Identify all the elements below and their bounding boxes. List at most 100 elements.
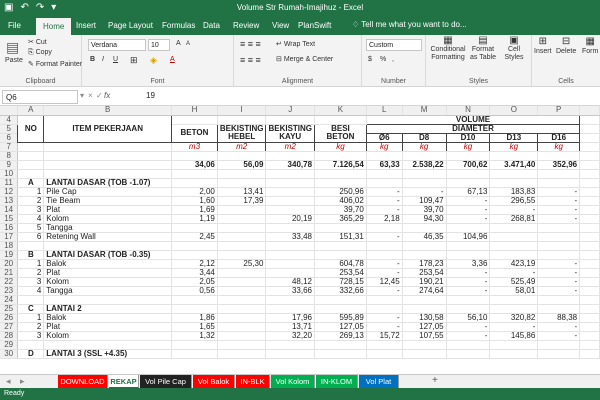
item-number[interactable]: 4: [17, 214, 45, 224]
value-cell[interactable]: [402, 295, 447, 305]
align-top-icon[interactable]: ≡ ≡ ≡: [240, 39, 261, 49]
item-number[interactable]: 1: [17, 187, 45, 197]
column-header[interactable]: B: [43, 106, 173, 116]
cell[interactable]: [579, 304, 600, 314]
value-cell[interactable]: -: [402, 187, 447, 197]
section-title[interactable]: LANTAI DASAR (TOB -1.07): [43, 178, 173, 188]
row-header[interactable]: 9: [0, 160, 19, 170]
value-cell[interactable]: [171, 178, 218, 188]
value-cell[interactable]: [171, 349, 218, 359]
format-cells-button[interactable]: ▦ Form: [582, 37, 598, 56]
item-number[interactable]: 5: [17, 223, 45, 233]
cell[interactable]: [171, 169, 218, 179]
total-cell[interactable]: 3.471,40: [489, 160, 539, 170]
cell[interactable]: [537, 169, 581, 179]
item-name[interactable]: Retening Wall: [43, 232, 173, 242]
percent-button[interactable]: %: [380, 56, 386, 63]
value-cell[interactable]: -: [537, 187, 581, 197]
cell[interactable]: [217, 115, 267, 125]
value-cell[interactable]: [489, 340, 539, 350]
row-header[interactable]: 4: [0, 115, 19, 125]
value-cell[interactable]: 423,19: [489, 259, 539, 269]
cell[interactable]: [402, 169, 447, 179]
value-cell[interactable]: [366, 295, 403, 305]
item-number[interactable]: [17, 295, 45, 305]
value-cell[interactable]: 1,19: [171, 214, 218, 224]
column-header[interactable]: [579, 106, 600, 116]
value-cell[interactable]: [217, 178, 267, 188]
value-cell[interactable]: [265, 340, 316, 350]
value-cell[interactable]: -: [366, 259, 403, 269]
row-header[interactable]: 11: [0, 178, 19, 188]
row-header[interactable]: 12: [0, 187, 19, 197]
column-header[interactable]: L: [366, 106, 403, 116]
row-header[interactable]: 16: [0, 223, 19, 233]
header-d8[interactable]: D8: [401, 132, 447, 143]
cell[interactable]: [43, 151, 173, 161]
row-header[interactable]: 26: [0, 313, 19, 323]
cell[interactable]: [446, 169, 491, 179]
column-header[interactable]: P: [537, 106, 581, 116]
section-title[interactable]: LANTAI DASAR (TOB -0.35): [43, 250, 173, 260]
section-letter[interactable]: D: [17, 349, 45, 359]
value-cell[interactable]: [489, 349, 539, 359]
value-cell[interactable]: 190,21: [402, 277, 447, 287]
paste-icon[interactable]: ▤: [6, 39, 19, 56]
cell[interactable]: [579, 349, 600, 359]
value-cell[interactable]: [537, 178, 581, 188]
column-header[interactable]: H: [171, 106, 218, 116]
value-cell[interactable]: [171, 340, 218, 350]
row-header[interactable]: 30: [0, 349, 19, 359]
shrink-font-button[interactable]: A: [186, 41, 190, 47]
column-header[interactable]: N: [446, 106, 491, 116]
value-cell[interactable]: [217, 331, 267, 341]
function-icon[interactable]: fx: [104, 91, 110, 100]
value-cell[interactable]: 145,86: [489, 331, 539, 341]
header-d10[interactable]: D10: [445, 132, 491, 143]
tab-home[interactable]: Home: [36, 18, 72, 35]
cell[interactable]: [366, 169, 403, 179]
row-header[interactable]: 25: [0, 304, 19, 314]
sheet-tab[interactable]: Vol Kolom: [271, 375, 315, 389]
tab-planswift[interactable]: PlanSwift: [298, 20, 331, 31]
tab-insert[interactable]: Insert: [76, 20, 96, 31]
cell[interactable]: [579, 331, 600, 341]
value-cell[interactable]: 178,23: [402, 259, 447, 269]
header-no[interactable]: NO: [17, 114, 45, 143]
value-cell[interactable]: -: [366, 232, 403, 242]
value-cell[interactable]: [265, 268, 316, 278]
value-cell[interactable]: [217, 205, 267, 215]
font-color-button[interactable]: A: [170, 56, 175, 63]
sheet-tab[interactable]: Vol Pile Cap: [140, 375, 192, 389]
value-cell[interactable]: [265, 295, 316, 305]
value-cell[interactable]: 0,56: [171, 286, 218, 296]
cell[interactable]: [446, 151, 491, 161]
cell[interactable]: [171, 151, 218, 161]
value-cell[interactable]: [489, 223, 539, 233]
row-header[interactable]: 7: [0, 142, 19, 152]
item-name[interactable]: Pile Cap: [43, 187, 173, 197]
comma-button[interactable]: ,: [392, 56, 394, 63]
value-cell[interactable]: -: [446, 277, 491, 287]
unit-cell[interactable]: m2: [265, 142, 316, 152]
value-cell[interactable]: -: [537, 205, 581, 215]
value-cell[interactable]: [537, 223, 581, 233]
value-cell[interactable]: [314, 241, 367, 251]
value-cell[interactable]: [537, 241, 581, 251]
value-cell[interactable]: [171, 241, 218, 251]
next-sheet-icon[interactable]: ▸: [20, 376, 25, 387]
value-cell[interactable]: -: [366, 205, 403, 215]
value-cell[interactable]: -: [489, 322, 539, 332]
value-cell[interactable]: -: [489, 268, 539, 278]
value-cell[interactable]: -: [537, 268, 581, 278]
value-cell[interactable]: 13,41: [217, 187, 267, 197]
value-cell[interactable]: -: [537, 331, 581, 341]
value-cell[interactable]: [446, 304, 491, 314]
sheet-tab[interactable]: IN-BLK: [236, 375, 270, 389]
total-cell[interactable]: 2.538,22: [402, 160, 447, 170]
value-cell[interactable]: 58,01: [489, 286, 539, 296]
row-header[interactable]: 23: [0, 286, 19, 296]
value-cell[interactable]: 25,30: [217, 259, 267, 269]
italic-button[interactable]: I: [102, 56, 104, 63]
value-cell[interactable]: 46,35: [402, 232, 447, 242]
